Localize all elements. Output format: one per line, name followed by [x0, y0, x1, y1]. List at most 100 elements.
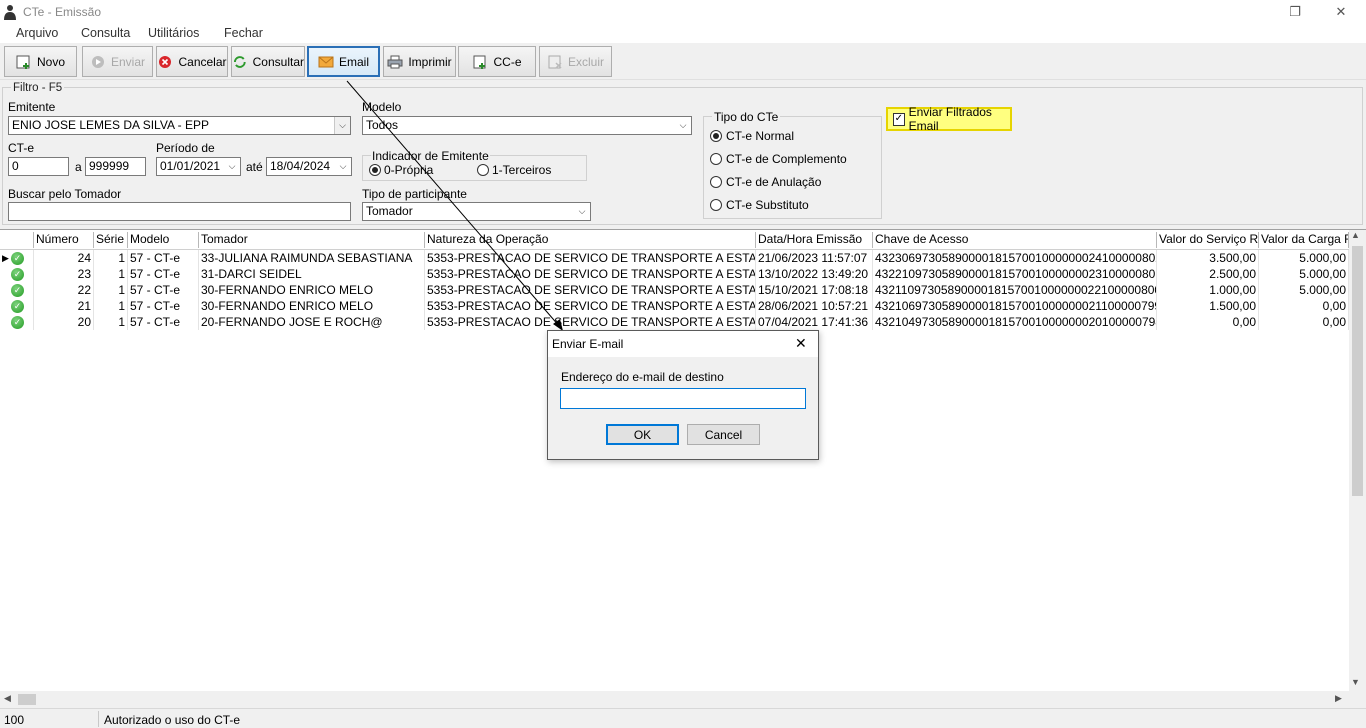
dialog-title-bar: Enviar E-mail ✕ [548, 331, 818, 357]
table-row[interactable]: ▶ ✓ 24 1 57 - CT-e 33-JULIANA RAIMUNDA SEBAST… [0, 250, 1350, 266]
cell-numero: 22 [34, 282, 94, 298]
enviar-email-dialog: Enviar E-mail ✕ Endereço do e-mail de de… [547, 330, 819, 460]
periodo-from-picker[interactable]: 01/01/2021 ⌵ [156, 157, 241, 176]
status-message: Autorizado o uso do CT-e [104, 713, 241, 727]
enviar-button[interactable]: Enviar [82, 46, 153, 77]
email-label: Email [338, 54, 369, 69]
tipo-normal-radio[interactable]: CT-e Normal [710, 129, 794, 143]
status-count: 100 [4, 713, 25, 727]
excluir-button[interactable]: Excluir [539, 46, 612, 77]
modelo-combo[interactable]: Todos ⌵ [362, 116, 692, 135]
email-button[interactable]: Email [307, 46, 380, 77]
menu-arquivo[interactable]: Arquivo [16, 26, 58, 40]
indicador-terceiros-label: 1-Terceiros [492, 163, 552, 177]
novo-button[interactable]: Novo [4, 46, 77, 77]
col-data-hora[interactable]: Data/Hora Emissão [756, 232, 873, 248]
chevron-down-icon[interactable]: ⌵ [574, 203, 590, 220]
authorized-check-icon: ✓ [11, 267, 24, 281]
scroll-corner [1349, 691, 1366, 708]
cell-valor-servico: 1.000,00 [1157, 282, 1259, 298]
col-valor-carga[interactable]: Valor da Carga R$ [1259, 232, 1349, 248]
chevron-down-icon[interactable]: ⌵ [334, 117, 350, 134]
indicador-propria-radio[interactable]: 0-Própria [369, 163, 433, 177]
cell-serie: 1 [94, 314, 128, 330]
cell-chave: 4322109730589000018157001000000023100000… [875, 266, 1157, 282]
cell-modelo: 57 - CT-e [128, 282, 199, 298]
col-valor-servico[interactable]: Valor do Serviço R$ [1157, 232, 1259, 248]
envelope-icon [318, 56, 334, 67]
new-document-icon [16, 55, 30, 69]
send-icon [91, 55, 104, 68]
cell-modelo: 57 - CT-e [128, 250, 199, 266]
col-numero[interactable]: Número [34, 232, 94, 248]
cte-from-input[interactable]: 0 [8, 157, 69, 176]
indicador-propria-label: 0-Própria [384, 163, 434, 177]
consultar-button[interactable]: Consultar [231, 46, 305, 77]
radio-selected-icon [369, 164, 381, 176]
current-row-arrow-icon: ▶ [2, 253, 9, 263]
cte-to-input[interactable]: 999999 [85, 157, 146, 176]
scroll-down-icon[interactable]: ▼ [1351, 677, 1360, 687]
cce-button[interactable]: CC-e [458, 46, 536, 77]
restore-button[interactable]: ❐ [1272, 0, 1318, 24]
tipo-complemento-label: CT-e de Complemento [726, 152, 847, 166]
dialog-ok-button[interactable]: OK [606, 424, 679, 445]
chevron-down-icon[interactable]: ⌵ [224, 158, 240, 175]
correction-letter-icon [473, 55, 486, 69]
emitente-combo[interactable]: ENIO JOSE LEMES DA SILVA - EPP ⌵ [8, 116, 351, 135]
tipo-complemento-radio[interactable]: CT-e de Complemento [710, 152, 847, 166]
horizontal-scroll-thumb[interactable] [18, 694, 36, 705]
grid-header: Número Série Modelo Tomador Natureza da … [0, 230, 1349, 250]
col-chave[interactable]: Chave de Acesso [873, 232, 1157, 248]
col-modelo[interactable]: Modelo [128, 232, 199, 248]
tomador-search-input[interactable] [8, 202, 351, 221]
menu-bar: Arquivo Consulta Utilitários Fechar [0, 24, 1366, 43]
horizontal-scrollbar[interactable]: ◀ ▶ [0, 691, 1349, 708]
cell-data-hora: 28/06/2021 10:57:21 [756, 298, 873, 314]
cell-modelo: 57 - CT-e [128, 266, 199, 282]
vertical-scroll-thumb[interactable] [1352, 246, 1363, 496]
col-serie[interactable]: Série [94, 232, 128, 248]
indicador-terceiros-radio[interactable]: 1-Terceiros [477, 163, 551, 177]
authorized-check-icon: ✓ [11, 299, 24, 313]
app-person-icon [4, 5, 16, 20]
cell-valor-carga: 5.000,00 [1259, 266, 1349, 282]
cell-tomador: 20-FERNANDO JOSE E ROCH@ [199, 314, 425, 330]
table-row[interactable]: ✓ 21 1 57 - CT-e 30-FERNANDO ENRICO MELO 5353… [0, 298, 1350, 314]
scroll-right-icon[interactable]: ▶ [1335, 693, 1342, 704]
close-window-button[interactable]: ✕ [1318, 0, 1364, 24]
cell-chave: 4321109730589000018157001000000022100000… [875, 282, 1157, 298]
menu-consulta[interactable]: Consulta [81, 26, 130, 40]
participante-combo[interactable]: Tomador ⌵ [362, 202, 591, 221]
scroll-up-icon[interactable]: ▲ [1351, 230, 1360, 240]
table-row[interactable]: ✓ 23 1 57 - CT-e 31-DARCI SEIDEL 5353-PRESTAC… [0, 266, 1350, 282]
tipo-substituto-radio[interactable]: CT-e Substituto [710, 198, 809, 212]
cell-modelo: 57 - CT-e [128, 298, 199, 314]
col-natureza[interactable]: Natureza da Operação [425, 232, 756, 248]
tipo-anulacao-radio[interactable]: CT-e de Anulação [710, 175, 821, 189]
chevron-down-icon[interactable]: ⌵ [675, 117, 691, 134]
menu-utilitarios[interactable]: Utilitários [148, 26, 199, 40]
dialog-cancel-button[interactable]: Cancel [687, 424, 760, 445]
menu-fechar[interactable]: Fechar [224, 26, 263, 40]
table-row[interactable]: ✓ 20 1 57 - CT-e 20-FERNANDO JOSE E ROCH@ 535… [0, 314, 1350, 330]
imprimir-button[interactable]: Imprimir [383, 46, 456, 77]
enviar-filtrados-checkbox[interactable]: ✓ Enviar Filtrados Email [886, 105, 1012, 133]
authorized-check-icon: ✓ [11, 251, 24, 265]
radio-unselected-icon [710, 199, 722, 211]
chevron-down-icon[interactable]: ⌵ [335, 158, 351, 175]
cancelar-button[interactable]: Cancelar [156, 46, 228, 77]
enviar-filtrados-label: Enviar Filtrados Email [908, 105, 992, 133]
email-address-input[interactable] [560, 388, 806, 409]
cell-natureza: 5353-PRESTACAO DE SERVICO DE TRANSPORTE … [427, 298, 756, 314]
table-row[interactable]: ✓ 22 1 57 - CT-e 30-FERNANDO ENRICO MELO 5353… [0, 282, 1350, 298]
dialog-close-icon[interactable]: ✕ [795, 335, 807, 352]
dialog-prompt: Endereço do e-mail de destino [561, 370, 724, 384]
col-tomador[interactable]: Tomador [199, 232, 425, 248]
filter-legend: Filtro - F5 [11, 82, 65, 94]
periodo-to-picker[interactable]: 18/04/2024 ⌵ [266, 157, 352, 176]
scroll-left-icon[interactable]: ◀ [4, 693, 11, 704]
consultar-label: Consultar [252, 54, 304, 69]
vertical-scrollbar[interactable]: ▲ ▼ [1349, 230, 1366, 691]
cce-label: CC-e [493, 54, 522, 69]
